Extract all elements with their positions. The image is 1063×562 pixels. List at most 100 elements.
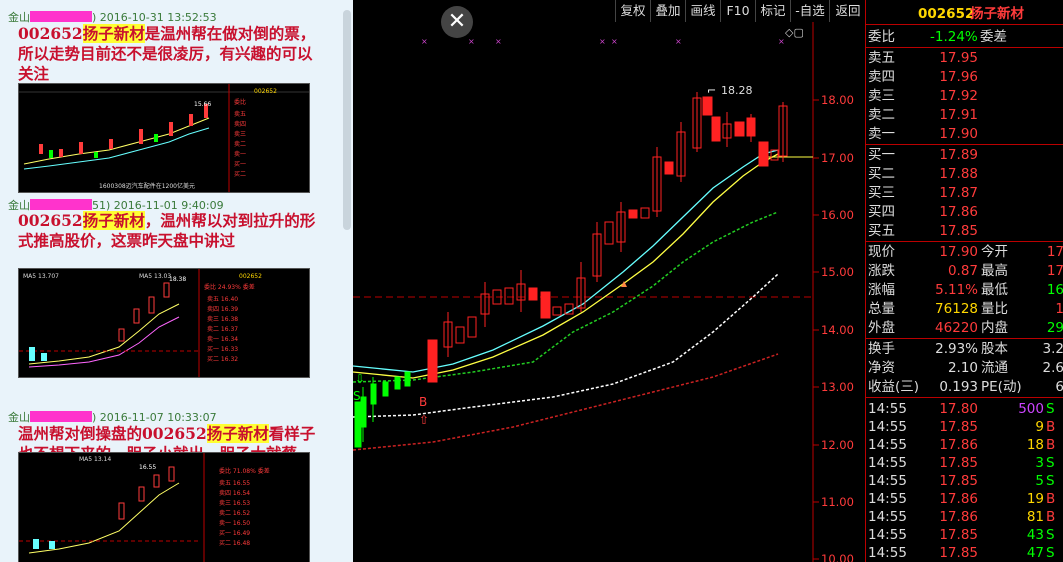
down-arrow-icon: ⇩ [355, 372, 365, 386]
tick-side: B [1046, 437, 1056, 453]
tick-time: 14:55 [868, 455, 907, 471]
tick-side: S [1046, 527, 1055, 543]
stock-name: 扬子新材 [82, 24, 145, 43]
tick-side: S [1046, 545, 1055, 561]
tick-row: 14:55 17.86 19 B [866, 490, 1063, 508]
svg-text:卖三 16.38: 卖三 16.38 [207, 316, 238, 323]
svg-text:15.66: 15.66 [194, 101, 211, 108]
message-text: 002652扬子新材，温州帮以对到拉升的形式推高股价，这票昨天盘中讲过 [18, 211, 318, 251]
thumbnail-chart-1: 002652 15.66 1600308迈汽车配件在1200亿美元 委比卖五卖四… [19, 84, 309, 192]
tick-price: 17.86 [939, 491, 978, 507]
ask-level-3: 卖三 17.92 [868, 88, 978, 104]
svg-text:MA5 13.14: MA5 13.14 [79, 456, 111, 463]
watchlist-button[interactable]: -自选 [790, 0, 829, 22]
svg-text:买一 16.33: 买一 16.33 [207, 345, 238, 353]
sender-tail: ) [92, 411, 97, 424]
bid-level-3: 买三 17.87 [868, 185, 978, 201]
ask-level-4: 卖四 17.96 [868, 69, 978, 85]
tick-price: 17.85 [939, 473, 978, 489]
thumbnail-chart-3: MA5 13.14 16.55 委比 71.08% 委差 卖五 16.55 卖四 … [19, 453, 270, 562]
svg-text:卖三 16.53: 卖三 16.53 [219, 500, 250, 507]
chat-panel: 金山) 2016-10-31 13:52:53 002652扬子新材是温州帮在做… [0, 0, 353, 562]
svg-text:×: × [468, 37, 475, 46]
candlestick-chart: × × × × × × × S ⇩ B ⇧ ⌐ 18.28 18.00 17.0… [353, 22, 854, 562]
overlay-button[interactable]: 叠加 [650, 0, 685, 22]
tick-price: 17.85 [939, 545, 978, 561]
svg-text:委比 24.93% 委差: 委比 24.93% 委差 [204, 283, 255, 291]
chart-thumbnail[interactable]: MA5 13.14 16.55 委比 71.08% 委差 卖五 16.55 卖四 … [18, 452, 310, 562]
mark-button[interactable]: 标记 [755, 0, 790, 22]
svg-text:002652: 002652 [239, 273, 262, 280]
chart-thumbnail[interactable]: 002652 15.66 1600308迈汽车配件在1200亿美元 委比 卖五 卖四… [18, 83, 310, 193]
tick-volume: 9 [1035, 419, 1044, 435]
svg-text:买一 16.49: 买一 16.49 [219, 529, 250, 537]
tick-time: 14:55 [868, 401, 907, 417]
svg-text:×: × [599, 37, 606, 46]
tick-volume: 3 [1035, 455, 1044, 471]
tick-volume: 18 [1026, 437, 1044, 453]
bid-level-5: 买五 17.85 [868, 223, 978, 239]
tick-price: 17.85 [939, 455, 978, 471]
message-time: 2016-11-07 10:33:07 [99, 411, 217, 424]
svg-text:卖二 16.52: 卖二 16.52 [219, 510, 250, 517]
tick-time: 14:55 [868, 509, 907, 525]
ask-level-2: 卖二 17.91 [868, 107, 978, 123]
svg-text:卖四: 卖四 [234, 121, 246, 128]
bid-level-2: 买二 17.88 [868, 166, 978, 182]
tick-price: 17.85 [939, 419, 978, 435]
draw-line-button[interactable]: 画线 [685, 0, 720, 22]
quote-code: 002652 [918, 6, 975, 22]
tick-row: 14:55 17.85 5 S [866, 472, 1063, 490]
back-button[interactable]: 返回 [829, 0, 866, 22]
stat-row: 净资 2.10 流通 2.6 [868, 360, 1063, 376]
tick-side: B [1046, 491, 1056, 507]
svg-text:卖一 16.34: 卖一 16.34 [207, 336, 238, 343]
svg-text:卖四 16.39: 卖四 16.39 [207, 306, 238, 313]
f10-button[interactable]: F10 [720, 0, 755, 22]
svg-text:×: × [778, 37, 785, 46]
svg-text:1600308迈汽车配件在1200亿美元: 1600308迈汽车配件在1200亿美元 [99, 182, 195, 190]
bid-level-1: 买一 17.89 [868, 147, 978, 163]
svg-text:卖五: 卖五 [234, 111, 246, 118]
high-price-label: 18.28 [721, 84, 753, 97]
svg-text:卖二 16.37: 卖二 16.37 [207, 326, 238, 333]
svg-text:卖一 16.50: 卖一 16.50 [219, 520, 250, 527]
tick-volume: 19 [1026, 491, 1044, 507]
weibi-row: 委比 -1.24% 委差 [868, 29, 1007, 45]
svg-text:买二 16.48: 买二 16.48 [219, 539, 250, 547]
tick-side: S [1046, 401, 1055, 417]
tick-time: 14:55 [868, 545, 907, 561]
stat-row: 涨幅 5.11% 最低 16 [868, 282, 1063, 298]
tick-time: 14:55 [868, 527, 907, 543]
sender-name: 金山 [8, 11, 30, 24]
stat-row: 收益(三) 0.193 PE(动) 6 [868, 379, 1063, 395]
tick-time: 14:55 [868, 491, 907, 507]
kline-chart-area[interactable]: 复权 叠加 画线 F10 标记 -自选 返回 ✕ ◇▢ × × × × × × × S ⇩ … [353, 0, 865, 562]
chat-scrollbar[interactable] [343, 10, 351, 230]
stock-code: 002652 [18, 211, 83, 230]
fuquan-button[interactable]: 复权 [615, 0, 650, 22]
tick-price: 17.80 [939, 401, 978, 417]
tick-side: S [1046, 473, 1055, 489]
tick-volume: 500 [1018, 401, 1044, 417]
svg-text:18.38: 18.38 [169, 276, 186, 283]
svg-text:×: × [611, 37, 618, 46]
stat-row: 换手 2.93% 股本 3.2 [868, 341, 1063, 357]
sell-signal: S [353, 389, 361, 403]
bid-level-4: 买四 17.86 [868, 204, 978, 220]
svg-text:16.55: 16.55 [139, 464, 156, 471]
tick-row: 14:55 17.80 500 S [866, 400, 1063, 418]
sender-name: 金山 [8, 411, 30, 424]
stat-row: 总量 76128 量比 1 [868, 301, 1063, 317]
tick-time: 14:55 [868, 419, 907, 435]
svg-text:买二 16.32: 买二 16.32 [207, 355, 238, 363]
stat-row: 外盘 46220 内盘 29 [868, 320, 1063, 336]
tick-row: 14:55 17.85 47 S [866, 544, 1063, 562]
tick-row: 14:55 17.86 18 B [866, 436, 1063, 454]
stock-name: 扬子新材 [82, 211, 145, 230]
tick-row: 14:55 17.85 3 S [866, 454, 1063, 472]
chart-thumbnail[interactable]: MA5 13.707 MA5 13.03 18.38 002652 委比 24.… [18, 268, 310, 378]
message-text: 002652扬子新材是温州帮在做对倒的票，所以走势目前还不是很凌厉，有兴趣的可以… [18, 24, 318, 84]
quote-name: 扬子新材 [970, 6, 1024, 22]
quote-panel: 002652 扬子新材 委比 -1.24% 委差 卖五 17.95 卖四 17.96… [865, 0, 1063, 562]
